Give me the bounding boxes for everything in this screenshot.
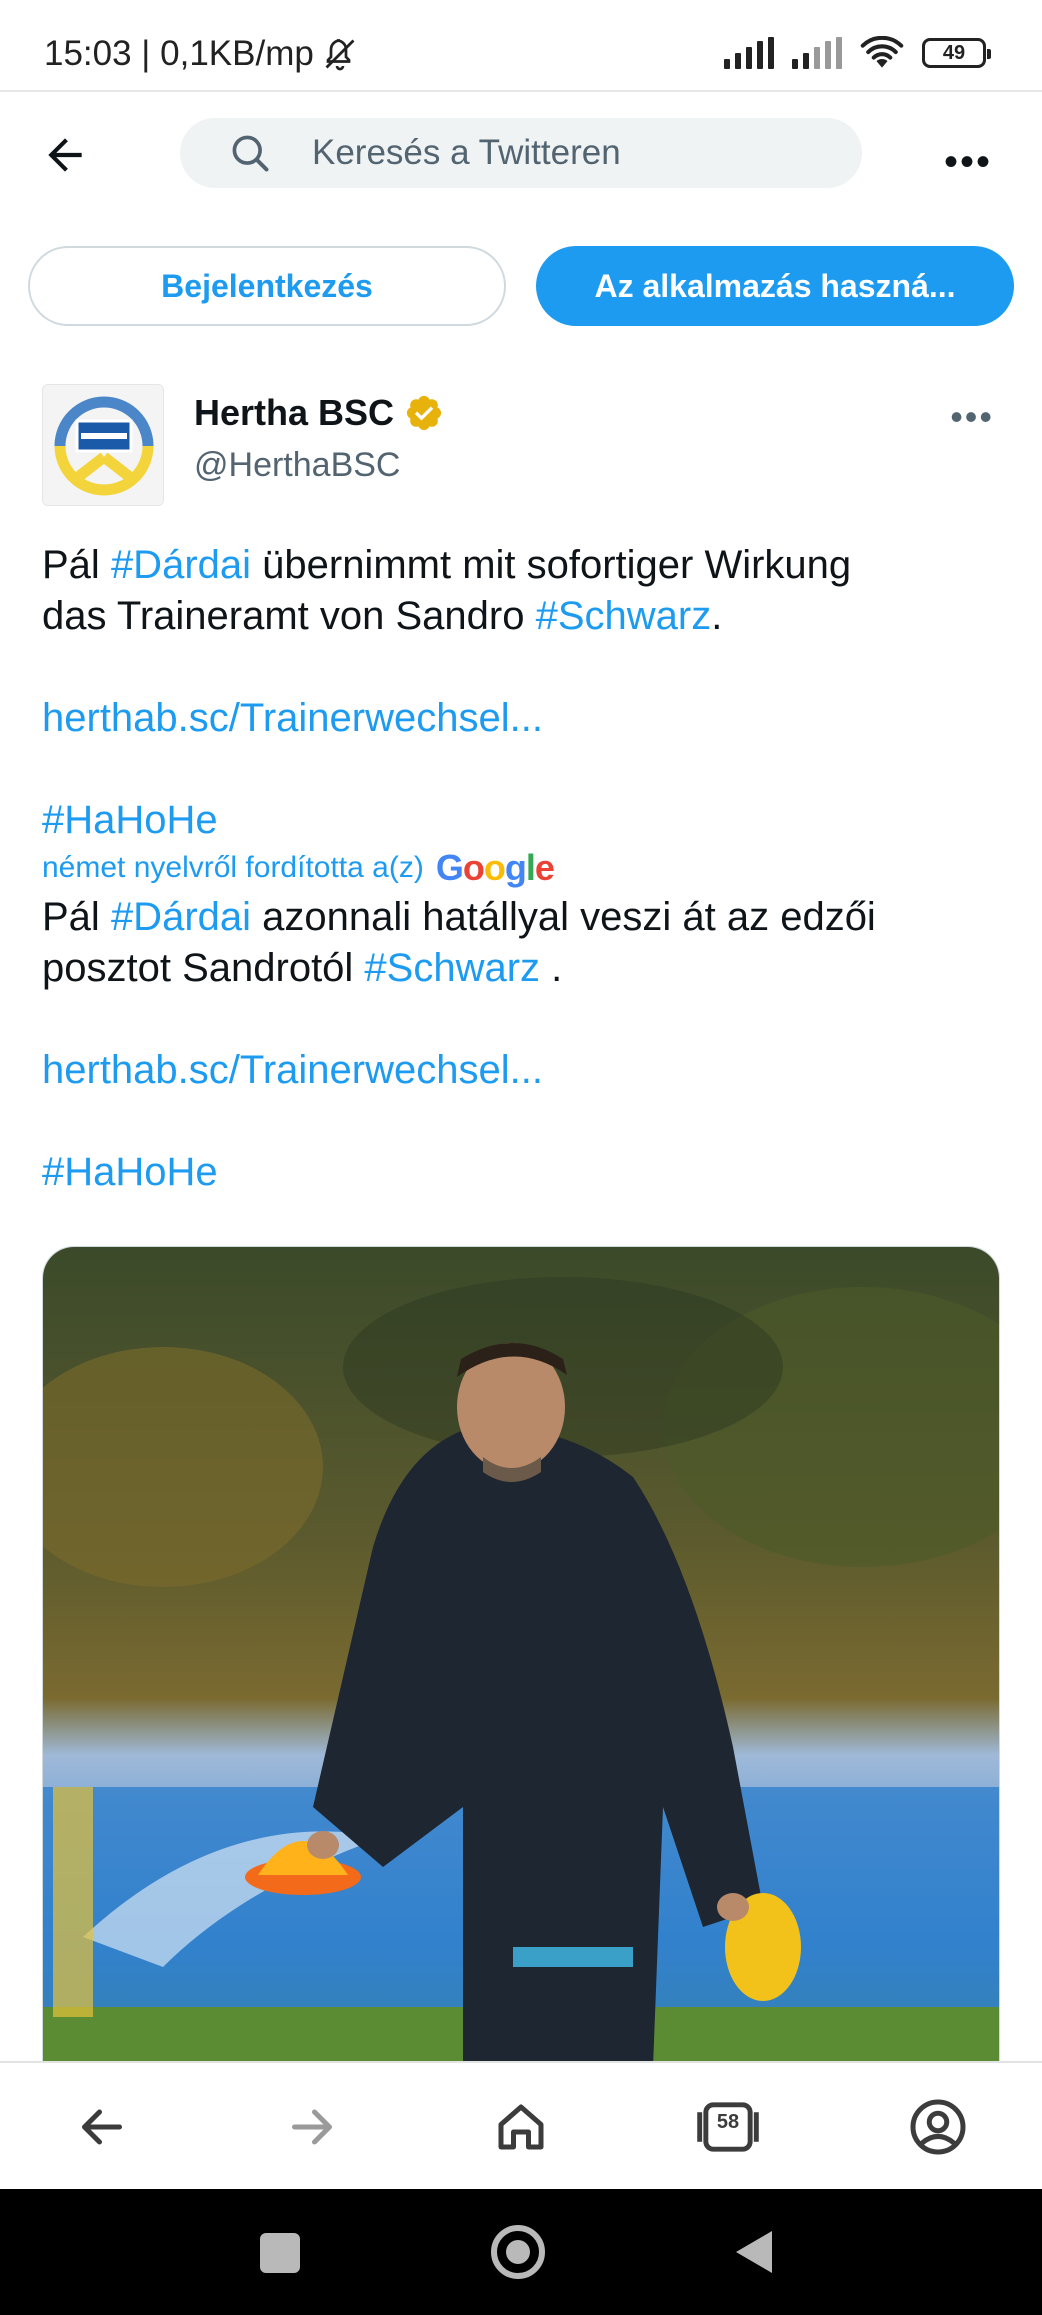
article-link-translated[interactable]: herthab.sc/Trainerwechsel...	[42, 1045, 1002, 1096]
tweet-photo[interactable]	[42, 1246, 1000, 2066]
more-options-icon[interactable]: •••	[944, 140, 992, 185]
google-logo-g: G	[435, 847, 464, 888]
hashtag-schwarz[interactable]: #Schwarz	[536, 594, 712, 638]
status-icons: 49	[724, 36, 991, 70]
wifi-icon	[860, 36, 904, 68]
browser-toolbar: 58	[0, 2061, 1042, 2189]
header-divider	[0, 90, 1042, 92]
home-icon[interactable]	[491, 2097, 551, 2157]
search-icon	[232, 135, 269, 172]
search-box[interactable]	[180, 118, 862, 188]
battery-icon: 49	[922, 38, 991, 68]
translated-text: Pál #Dárdai azonnali hatállyal veszi át …	[42, 892, 1002, 1198]
tweet-more-icon[interactable]: •••	[950, 396, 994, 438]
system-back-icon[interactable]	[732, 2229, 776, 2275]
top-bar: •••	[0, 100, 1042, 208]
status-time: 15:03 | 0,1KB/mp	[44, 34, 358, 74]
translated-by-text[interactable]: német nyelvről fordította a(z)	[42, 848, 424, 888]
status-time-text: 15:03 | 0,1KB/mp	[44, 34, 314, 73]
tabs-count: 58	[716, 2111, 740, 2133]
home-circle-icon[interactable]	[491, 2225, 545, 2279]
mute-bell-icon	[325, 39, 355, 71]
profile-icon[interactable]	[908, 2097, 968, 2157]
author-name-text[interactable]: Hertha BSC	[194, 392, 394, 434]
avatar[interactable]	[42, 384, 164, 506]
signal-icon	[724, 37, 774, 69]
tweet-text: Pál #Dárdai übernimmt mit sofortiger Wir…	[42, 540, 1002, 1198]
use-app-button[interactable]: Az alkalmazás haszná...	[536, 246, 1014, 326]
hashtag-schwarz-translated[interactable]: #Schwarz	[364, 946, 540, 990]
browser-forward-icon[interactable]	[282, 2097, 342, 2157]
tabs-icon[interactable]: 58	[696, 2097, 760, 2157]
author-handle[interactable]: @HerthaBSC	[194, 446, 400, 485]
recents-icon[interactable]	[260, 2233, 300, 2273]
hashtag-dardai[interactable]: #Dárdai	[111, 543, 251, 587]
hertha-logo-icon	[43, 385, 163, 505]
hashtag-dardai-translated[interactable]: #Dárdai	[111, 895, 251, 939]
hashtag-hahohe[interactable]: #HaHoHe	[42, 795, 1002, 846]
coach-photo-image	[43, 1247, 999, 2065]
search-input[interactable]	[312, 133, 832, 173]
author-name[interactable]: Hertha BSC	[194, 392, 444, 434]
status-bar: 15:03 | 0,1KB/mp 49	[0, 0, 1042, 90]
battery-level: 49	[942, 41, 966, 64]
hashtag-hahohe-translated[interactable]: #HaHoHe	[42, 1147, 1002, 1198]
signal-2-icon	[792, 37, 842, 69]
browser-back-icon[interactable]	[72, 2097, 132, 2157]
back-arrow-icon[interactable]	[40, 130, 90, 180]
original-text: Pál #Dárdai übernimmt mit sofortiger Wir…	[42, 540, 1002, 846]
auth-buttons: Bejelentkezés Az alkalmazás haszná...	[0, 246, 1042, 328]
verified-badge-icon	[406, 395, 442, 431]
google-logo: Google	[435, 847, 555, 888]
system-nav-bar	[0, 2189, 1042, 2315]
translation-attribution[interactable]: német nyelvről fordította a(z) Google	[42, 848, 1002, 888]
login-button[interactable]: Bejelentkezés	[28, 246, 506, 326]
article-link[interactable]: herthab.sc/Trainerwechsel...	[42, 693, 1002, 744]
